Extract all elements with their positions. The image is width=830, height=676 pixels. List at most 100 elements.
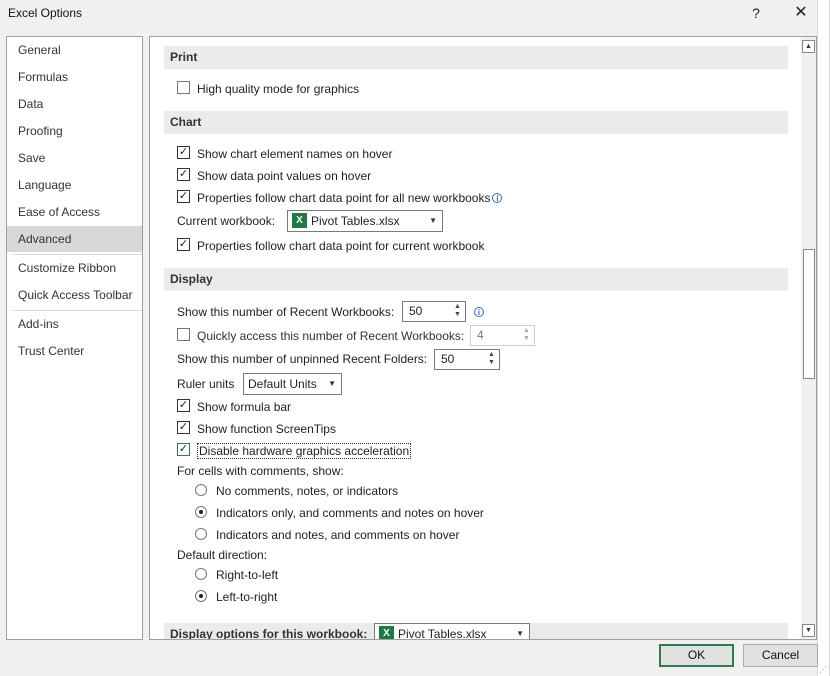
sidebar-item-ease-of-access[interactable]: Ease of Access	[7, 199, 142, 225]
sidebar-item-data[interactable]: Data	[7, 91, 142, 117]
cancel-button[interactable]: Cancel	[743, 644, 818, 667]
sidebar-item-language[interactable]: Language	[7, 172, 142, 198]
unpinned-folders-label: Show this number of unpinned Recent Fold…	[177, 352, 428, 366]
stepper-arrows-icon[interactable]: ▲ ▼	[453, 303, 462, 319]
dialog-title: Excel Options	[8, 6, 83, 20]
chevron-down-icon: ▼	[516, 629, 524, 638]
unpinned-folders-stepper[interactable]: 50 ▲ ▼	[434, 349, 500, 370]
comments-indicators-radio[interactable]	[195, 505, 207, 518]
comments-label: For cells with comments, show:	[177, 464, 344, 478]
comments-none-option[interactable]: No comments, notes, or indicators	[195, 480, 398, 500]
options-sidebar: General Formulas Data Proofing Save Lang…	[6, 36, 143, 640]
rtl-option[interactable]: Right-to-left	[195, 564, 278, 584]
current-workbook-value: Pivot Tables.xlsx	[311, 214, 400, 228]
comments-both-option[interactable]: Indicators and notes, and comments on ho…	[195, 524, 459, 544]
rtl-label: Right-to-left	[216, 567, 279, 582]
quick-access-label: Quickly access this number of Recent Wor…	[197, 328, 465, 343]
current-workbook-dropdown[interactable]: X Pivot Tables.xlsx ▼	[287, 210, 443, 232]
display-workbook-dropdown[interactable]: X Pivot Tables.xlsx ▼	[374, 623, 530, 640]
vertical-scrollbar[interactable]: ▲ ▼	[801, 37, 816, 639]
scroll-down-icon[interactable]: ▼	[802, 624, 815, 637]
scroll-up-icon[interactable]: ▲	[802, 40, 815, 53]
ruler-units-dropdown[interactable]: Default Units ▼	[243, 373, 342, 395]
current-workbook-label: Current workbook:	[177, 214, 276, 228]
disable-hw-accel-option[interactable]: ✓ Disable hardware graphics acceleration	[177, 440, 412, 460]
high-quality-graphics-label: High quality mode for graphics	[197, 81, 360, 96]
comments-both-radio[interactable]	[195, 527, 207, 540]
quick-access-checkbox[interactable]	[177, 328, 190, 342]
ltr-label: Left-to-right	[216, 589, 278, 604]
show-data-values-checkbox[interactable]: ✓	[177, 168, 190, 182]
display-workbook-value: Pivot Tables.xlsx	[398, 627, 487, 640]
recent-workbooks-label: Show this number of Recent Workbooks:	[177, 305, 395, 319]
quick-access-stepper: 4 ▲ ▼	[470, 325, 535, 346]
quick-access-option[interactable]: Quickly access this number of Recent Wor…	[177, 325, 464, 345]
quick-access-value: 4	[477, 328, 484, 342]
stepper-arrows-icon[interactable]: ▲ ▼	[487, 351, 496, 367]
excel-file-icon: X	[292, 213, 307, 229]
ruler-units-label: Ruler units	[177, 377, 235, 391]
direction-label: Default direction:	[177, 548, 268, 562]
title-bar: Excel Options ? ✕	[0, 0, 830, 28]
comments-indicators-option[interactable]: Indicators only, and comments and notes …	[195, 502, 484, 522]
props-follow-all-option[interactable]: ✓ Properties follow chart data point for …	[177, 187, 503, 207]
sidebar-item-trust-center[interactable]: Trust Center	[7, 338, 142, 364]
props-follow-current-label: Properties follow chart data point for c…	[197, 238, 485, 253]
recent-workbooks-stepper[interactable]: 50 ▲ ▼	[402, 301, 466, 322]
show-chart-names-checkbox[interactable]: ✓	[177, 146, 190, 160]
show-screentips-checkbox[interactable]: ✓	[177, 421, 190, 435]
chevron-down-icon: ▼	[429, 216, 437, 225]
comments-none-radio[interactable]	[195, 483, 207, 496]
close-button[interactable]: ✕	[787, 2, 815, 24]
scroll-thumb[interactable]	[803, 249, 815, 379]
ltr-option[interactable]: Left-to-right	[195, 586, 277, 606]
show-chart-names-label: Show chart element names on hover	[197, 146, 393, 161]
sidebar-item-quick-access-toolbar[interactable]: Quick Access Toolbar	[7, 282, 142, 308]
ok-button[interactable]: OK	[659, 644, 734, 667]
show-formula-bar-label: Show formula bar	[197, 399, 292, 414]
disable-hw-accel-label: Disable hardware graphics acceleration	[197, 442, 412, 459]
comments-none-label: No comments, notes, or indicators	[216, 483, 399, 498]
ltr-radio[interactable]	[195, 589, 207, 602]
sidebar-item-formulas[interactable]: Formulas	[7, 64, 142, 90]
props-follow-current-checkbox[interactable]: ✓	[177, 238, 190, 252]
section-header-print: Print	[164, 46, 788, 69]
disable-hw-accel-checkbox[interactable]: ✓	[177, 443, 190, 457]
show-screentips-option[interactable]: ✓ Show function ScreenTips	[177, 418, 336, 438]
sidebar-item-proofing[interactable]: Proofing	[7, 118, 142, 144]
recent-workbooks-value: 50	[409, 304, 423, 318]
excel-options-dialog: Excel Options ? ✕ General Formulas Data …	[0, 0, 830, 676]
sidebar-item-advanced[interactable]: Advanced	[7, 226, 142, 252]
comments-indicators-label: Indicators only, and comments and notes …	[216, 505, 484, 520]
worksheet-background	[817, 0, 829, 676]
comments-both-label: Indicators and notes, and comments on ho…	[216, 527, 460, 542]
sidebar-item-customize-ribbon[interactable]: Customize Ribbon	[7, 255, 142, 281]
help-button[interactable]: ?	[742, 2, 770, 24]
rtl-radio[interactable]	[195, 567, 207, 580]
info-icon[interactable]: i	[492, 192, 503, 203]
resize-grip-icon[interactable]: ⋰	[819, 665, 827, 674]
show-data-values-option[interactable]: ✓ Show data point values on hover	[177, 165, 371, 185]
show-formula-bar-checkbox[interactable]: ✓	[177, 399, 190, 413]
high-quality-graphics-option[interactable]: High quality mode for graphics	[177, 78, 359, 98]
show-formula-bar-option[interactable]: ✓ Show formula bar	[177, 396, 291, 416]
stepper-arrows-icon: ▲ ▼	[523, 327, 530, 342]
section-header-display: Display	[164, 268, 788, 291]
info-icon[interactable]: i	[474, 307, 484, 317]
chevron-down-icon: ▼	[328, 379, 336, 388]
unpinned-folders-value: 50	[441, 352, 455, 366]
sidebar-item-add-ins[interactable]: Add-ins	[7, 311, 142, 337]
options-content-pane: Print High quality mode for graphics Cha…	[149, 36, 817, 640]
props-follow-all-label: Properties follow chart data point for a…	[197, 190, 491, 205]
props-follow-all-checkbox[interactable]: ✓	[177, 190, 190, 204]
sidebar-item-save[interactable]: Save	[7, 145, 142, 171]
props-follow-current-option[interactable]: ✓ Properties follow chart data point for …	[177, 235, 484, 255]
show-screentips-label: Show function ScreenTips	[197, 421, 336, 436]
show-data-values-label: Show data point values on hover	[197, 168, 372, 183]
high-quality-graphics-checkbox[interactable]	[177, 81, 190, 95]
section-header-chart: Chart	[164, 111, 788, 134]
sidebar-item-general[interactable]: General	[7, 37, 142, 63]
ruler-units-value: Default Units	[248, 377, 317, 391]
excel-file-icon: X	[379, 626, 394, 639]
show-chart-names-option[interactable]: ✓ Show chart element names on hover	[177, 143, 392, 163]
